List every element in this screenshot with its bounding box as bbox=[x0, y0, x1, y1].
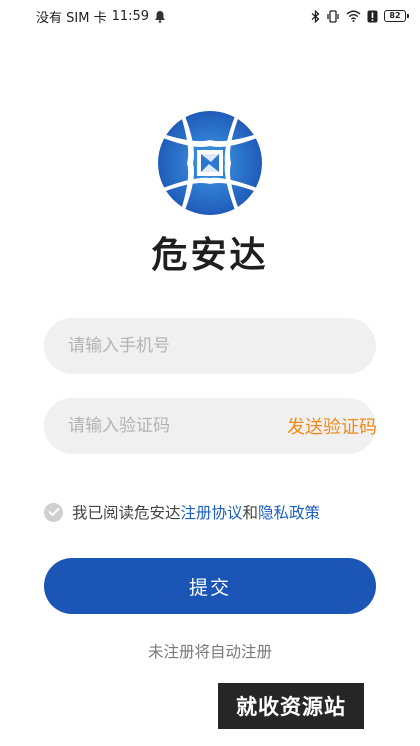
agreement-conjunction: 和 bbox=[242, 504, 259, 522]
app-logo bbox=[155, 108, 265, 218]
status-left: 没有 SIM 卡 11:59 bbox=[36, 7, 166, 26]
checkmark-icon bbox=[48, 507, 59, 516]
wifi-icon bbox=[346, 10, 361, 22]
time-text: 11:59 bbox=[111, 8, 150, 24]
watermark-badge: 就收资源站 bbox=[218, 683, 364, 729]
agreement-checkbox[interactable] bbox=[44, 502, 63, 522]
logo-mark-icon bbox=[158, 111, 262, 215]
auto-register-hint: 未注册将自动注册 bbox=[147, 643, 272, 661]
verification-code-input[interactable] bbox=[68, 416, 287, 436]
agreement-row: 我已阅读危安达 注册协议 和 隐私政策 bbox=[44, 500, 320, 524]
privacy-link[interactable]: 隐私政策 bbox=[258, 501, 320, 523]
app-name: 危安达 bbox=[151, 235, 269, 276]
submit-button[interactable]: 提交 bbox=[44, 558, 376, 614]
phone-field[interactable] bbox=[44, 318, 376, 374]
status-bar: 没有 SIM 卡 11:59 82 bbox=[0, 0, 420, 32]
send-code-button[interactable]: 发送验证码 bbox=[287, 413, 377, 439]
carrier-text: 没有 SIM 卡 bbox=[36, 10, 107, 26]
vibrate-icon bbox=[326, 9, 340, 23]
notification-bell-icon bbox=[154, 10, 166, 23]
phone-input[interactable] bbox=[68, 336, 352, 356]
alert-icon bbox=[367, 10, 378, 23]
bluetooth-icon bbox=[311, 9, 320, 23]
agreement-prefix: 我已阅读危安达 bbox=[72, 504, 181, 522]
status-right: 82 bbox=[311, 9, 409, 23]
terms-link[interactable]: 注册协议 bbox=[181, 501, 243, 523]
verification-code-field[interactable]: 发送验证码 bbox=[44, 398, 377, 454]
battery-icon: 82 bbox=[384, 10, 409, 22]
